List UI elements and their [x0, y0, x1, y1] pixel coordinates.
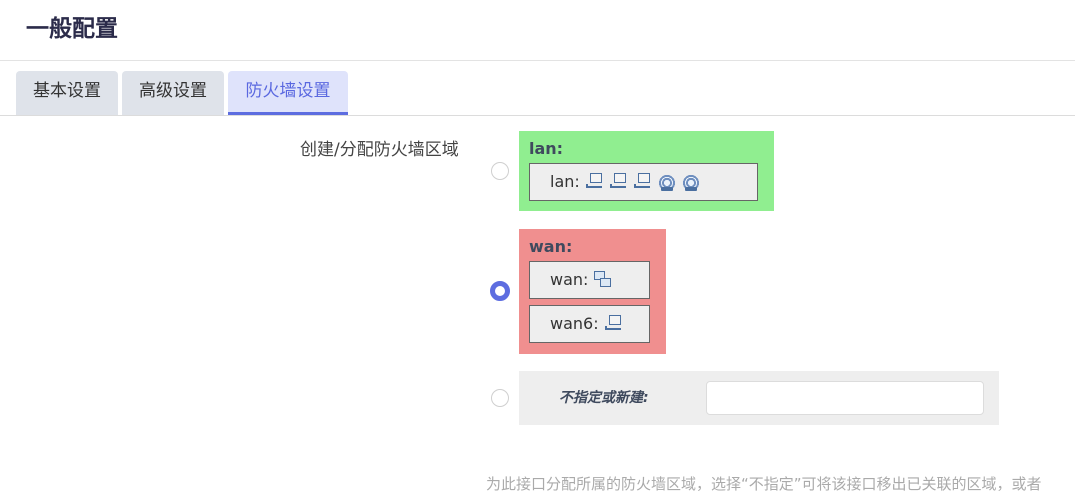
help-text: 为此接口分配所属的防火墙区域，选择“不指定”可将该接口移出已关联的区域，或者: [486, 475, 1042, 493]
radio-zone-lan[interactable]: [491, 162, 509, 180]
radio-zone-wan[interactable]: [490, 281, 510, 301]
wireless-icon: [657, 173, 676, 191]
interface-lan: lan:: [529, 163, 758, 201]
zone-unspecified: 不指定或新建:: [519, 371, 999, 425]
wireless-icon: [681, 173, 700, 191]
tabs-divider: [0, 115, 1075, 116]
interface-lan-label: lan:: [550, 172, 580, 191]
zone-wan-title: wan:: [529, 237, 573, 256]
page-title: 一般配置: [26, 16, 118, 42]
zone-lan[interactable]: lan: lan:: [519, 131, 774, 211]
radio-zone-unspecified[interactable]: [491, 389, 509, 407]
wired-ethernet-icon: [609, 173, 628, 191]
interface-wan6-label: wan6:: [550, 314, 599, 333]
wired-ethernet-icon: [633, 173, 652, 191]
interface-wan: wan:: [529, 261, 650, 299]
zone-wan[interactable]: wan: wan: wan6:: [519, 229, 666, 354]
wired-ethernet-icon: [604, 315, 623, 333]
network-icon: [594, 271, 612, 289]
new-zone-input[interactable]: [706, 381, 984, 415]
tab-basic-settings[interactable]: 基本设置: [16, 71, 118, 115]
tab-firewall-settings[interactable]: 防火墙设置: [228, 71, 348, 115]
unspecified-label: 不指定或新建:: [559, 390, 649, 406]
firewall-zone-label: 创建/分配防火墙区域: [300, 140, 459, 160]
interface-wan-label: wan:: [550, 270, 589, 289]
zone-lan-title: lan:: [529, 139, 564, 158]
title-divider: [0, 60, 1075, 61]
wired-ethernet-icon: [585, 173, 604, 191]
interface-wan6: wan6:: [529, 305, 650, 343]
tab-advanced-settings[interactable]: 高级设置: [122, 71, 224, 115]
